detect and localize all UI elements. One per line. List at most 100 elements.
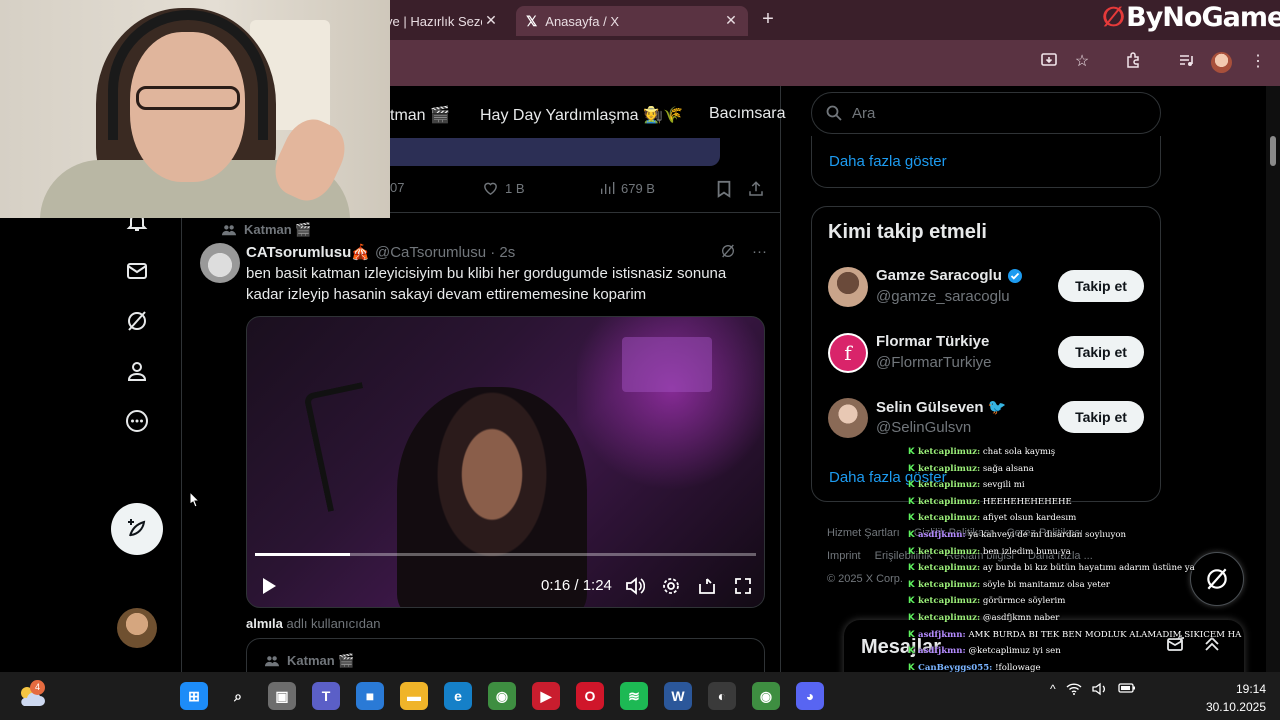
bookmark-star-icon[interactable]: ☆ xyxy=(1071,51,1093,73)
share-icon[interactable] xyxy=(747,180,765,198)
clock-date: 30.10.2025 xyxy=(1205,700,1266,714)
chat-message-text: AMK BURDA BI TEK BEN MODLUK ALAMADIM SIK… xyxy=(968,629,1242,640)
obs-app-icon[interactable]: ◐ xyxy=(708,682,736,710)
teams-app-icon[interactable]: T xyxy=(312,682,340,710)
show-more-link[interactable]: Daha fazla göster xyxy=(829,153,947,170)
close-tab-icon[interactable]: ✕ xyxy=(482,12,500,29)
chat-username: ketcaplimuz: xyxy=(918,612,981,623)
footer-link[interactable]: Hizmet Şartları xyxy=(827,527,900,539)
views-button[interactable]: 679 B xyxy=(599,180,655,196)
word-app-icon[interactable]: W xyxy=(664,682,692,710)
follow-button[interactable]: Takip et xyxy=(1058,336,1144,368)
chat-username: asdfjkmn: xyxy=(918,529,966,540)
chat-message: Kketcaplimuz: sağa alsana xyxy=(908,461,1280,478)
compose-post-button[interactable] xyxy=(111,503,163,555)
wifi-icon[interactable] xyxy=(1066,682,1082,699)
browser-profile-avatar[interactable] xyxy=(1211,52,1232,73)
chat-message: Kasdfjkmn: @ketcaplimuz iyi sen xyxy=(908,643,1280,660)
scrollbar-thumb[interactable] xyxy=(1270,136,1276,166)
install-app-icon[interactable] xyxy=(1038,51,1060,73)
chat-badge-icon: K xyxy=(908,596,915,607)
tweet-video-player[interactable]: 0:16 / 1:24 xyxy=(246,316,765,608)
tray-chevron-icon[interactable]: ^ xyxy=(1050,682,1056,699)
chat-message: Kketcaplimuz: afiyet olsun kardesım xyxy=(908,510,1280,527)
suggestion-avatar xyxy=(828,398,868,438)
new-tab-button[interactable]: + xyxy=(758,8,778,31)
author-display-name[interactable]: CATsorumlusu🎪 xyxy=(246,243,370,261)
tweet-author-avatar[interactable] xyxy=(200,243,240,283)
tab-hay-day[interactable]: Hay Day Yardımlaşma 🧑‍🌾🌾 xyxy=(480,105,683,125)
spotify-app-icon[interactable]: ≋ xyxy=(620,682,648,710)
more-options-icon[interactable] xyxy=(122,406,152,436)
edge-app-icon[interactable]: e xyxy=(444,682,472,710)
task-view-button-icon[interactable]: ▣ xyxy=(268,682,296,710)
grok-explain-icon[interactable] xyxy=(720,243,736,263)
search-button-icon[interactable]: ⌕ xyxy=(224,682,252,710)
community-label[interactable]: Katman 🎬 xyxy=(222,222,311,238)
chat-username: ketcaplimuz: xyxy=(918,513,981,524)
chat-message-text: ya kahveyi de mi dısardan soylıuyon xyxy=(968,529,1127,540)
chat-badge-icon: K xyxy=(908,612,915,623)
discord-app-icon[interactable]: ◕ xyxy=(796,682,824,710)
chrome-profile-app-icon[interactable]: ◉ xyxy=(752,682,780,710)
footer-link[interactable]: Imprint xyxy=(827,550,861,562)
opera-app-icon[interactable]: O xyxy=(576,682,604,710)
bookmark-icon[interactable] xyxy=(716,180,732,198)
like-button[interactable]: 1 B xyxy=(482,180,525,197)
extensions-icon[interactable] xyxy=(1122,51,1144,73)
media-controls-icon[interactable] xyxy=(1175,51,1197,73)
more-options-dots-icon[interactable]: ··· xyxy=(752,243,767,263)
follow-button[interactable]: Takip et xyxy=(1058,401,1144,433)
chat-message: Kketcaplimuz: chat sola kaymış xyxy=(908,444,1280,461)
play-icon[interactable] xyxy=(255,571,283,601)
suggestion-item[interactable]: Selin Gülseven 🐦‍ @SelinGulsvn Takip et xyxy=(828,398,1148,442)
battery-icon[interactable] xyxy=(1117,682,1136,699)
follow-button[interactable]: Takip et xyxy=(1058,270,1144,302)
quoted-tweet-card[interactable]: Katman 🎬 xyxy=(246,638,765,672)
suggestion-item[interactable]: Gamze Saracoglu @gamze_saracoglu Takip e… xyxy=(828,267,1148,311)
media-app-icon[interactable]: ▶ xyxy=(532,682,560,710)
author-handle[interactable]: @CaTsorumlusu · 2s xyxy=(375,244,515,261)
suggestion-avatar: f xyxy=(828,333,868,373)
suggestion-item[interactable]: f Flormar Türkiye @FlormarTurkiye Takip … xyxy=(828,333,1148,377)
speaker-icon[interactable] xyxy=(1091,682,1108,699)
store-app-icon[interactable]: ■ xyxy=(356,682,384,710)
volume-icon[interactable] xyxy=(621,571,649,601)
search-icon xyxy=(826,105,842,121)
chat-badge-icon: K xyxy=(908,513,915,524)
video-progress-fill xyxy=(255,553,351,556)
tab-title: Anasayfa / X xyxy=(545,13,619,29)
chat-message: Kketcaplimuz: ay burda bi kız bütün haya… xyxy=(908,560,1280,577)
file-explorer-app-icon[interactable]: ▬ xyxy=(400,682,428,710)
taskbar-clock[interactable]: 19:14 30.10.2025 xyxy=(1196,680,1266,716)
chrome-app-icon[interactable]: ◉ xyxy=(488,682,516,710)
account-avatar[interactable] xyxy=(117,608,157,648)
chat-message-text: sevgili mi xyxy=(982,480,1025,491)
search-placeholder: Ara xyxy=(852,104,876,122)
grok-icon[interactable] xyxy=(122,306,152,336)
who-to-follow-title: Kimi takip etmeli xyxy=(828,221,987,243)
tab-hazirlik-sezonu[interactable]: ye | Hazırlık Sezo ✕ xyxy=(386,6,508,36)
profile-person-icon[interactable] xyxy=(122,356,152,386)
video-progress-bar[interactable] xyxy=(255,553,756,556)
tweet-text: ben basit katman izleyicisiyim bu klibi … xyxy=(246,265,727,303)
reply-count[interactable]: 07 xyxy=(390,180,404,195)
chat-message: Kketcaplimuz: @asdfjkmn naber xyxy=(908,610,1280,627)
verified-badge-icon xyxy=(1007,268,1022,283)
heart-icon xyxy=(484,182,497,196)
quoted-by-user[interactable]: almıla xyxy=(246,616,283,631)
messages-envelope-icon[interactable] xyxy=(122,256,152,286)
picture-in-picture-icon[interactable] xyxy=(693,571,721,601)
chat-message-text: sağa alsana xyxy=(982,463,1034,474)
tab-katman[interactable]: tman 🎬 xyxy=(390,105,450,125)
browser-menu-icon[interactable]: ⋮ xyxy=(1247,51,1269,73)
chat-badge-icon: K xyxy=(908,447,915,457)
tab-anasayfa-x[interactable]: 𝕏 Anasayfa / X ✕ xyxy=(516,6,748,36)
settings-gear-icon[interactable] xyxy=(657,571,685,601)
views-chart-icon xyxy=(601,182,615,194)
tab-bacimsara[interactable]: Bacımsara xyxy=(709,105,785,123)
fullscreen-icon[interactable] xyxy=(729,571,757,601)
start-button-icon[interactable]: ⊞ xyxy=(180,682,208,710)
close-tab-icon[interactable]: ✕ xyxy=(722,12,740,29)
search-input[interactable]: Ara xyxy=(811,92,1161,134)
